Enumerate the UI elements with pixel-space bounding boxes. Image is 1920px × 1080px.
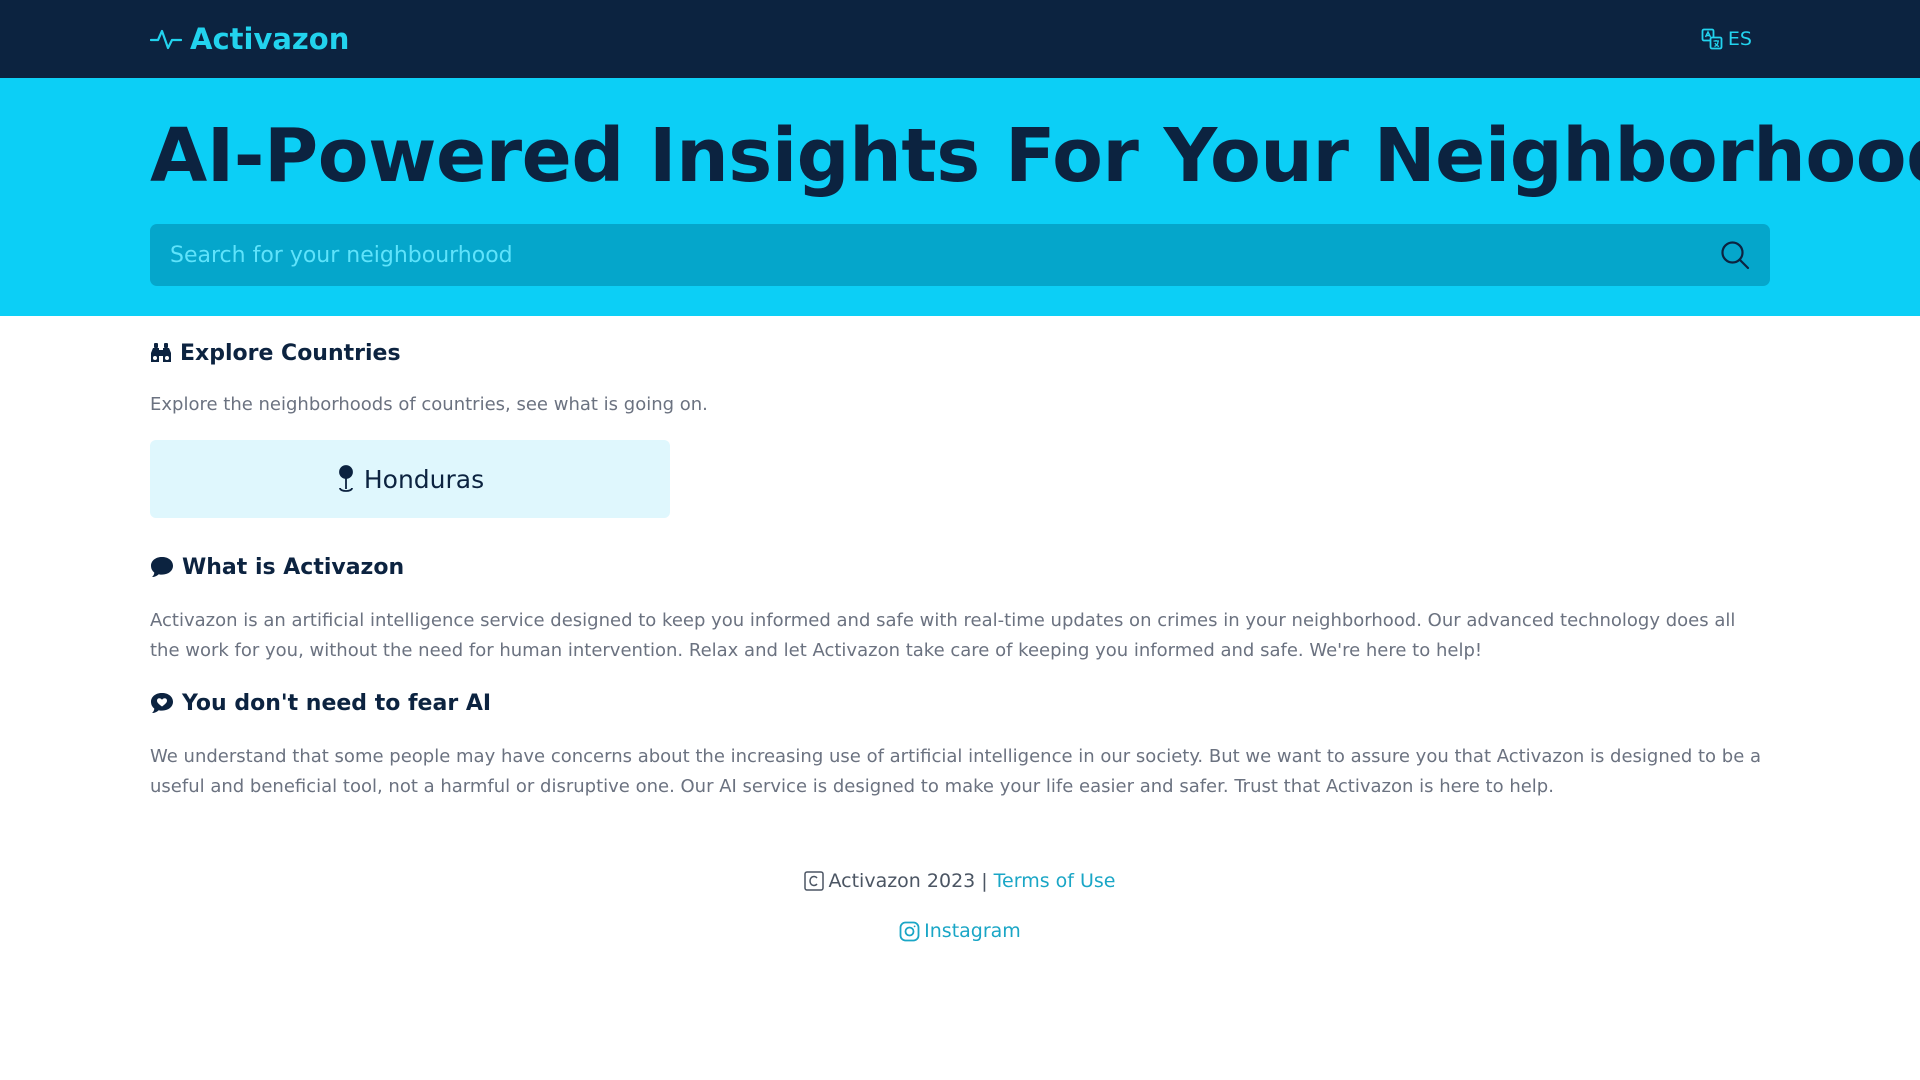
language-switcher[interactable]: ES: [1701, 28, 1752, 50]
hero-banner: AI-Powered Insights For Your Neighborhoo…: [0, 78, 1920, 316]
activity-pulse-icon: [150, 29, 182, 50]
copyright-text: Activazon 2023: [828, 870, 976, 892]
main-content: Explore Countries Explore the neighborho…: [0, 316, 1920, 944]
search-input[interactable]: [170, 235, 1720, 275]
fear-text: We understand that some people may have …: [150, 746, 1762, 797]
search-button[interactable]: [1720, 240, 1750, 270]
fear-heading: You don't need to fear AI: [150, 688, 1770, 718]
footer: Activazon 2023 | Terms of Use Instagram: [150, 868, 1770, 944]
about-heading-text: What is Activazon: [182, 554, 405, 580]
instagram-link[interactable]: Instagram: [899, 920, 1021, 942]
about-text: Activazon is an artificial intelligence …: [150, 610, 1736, 661]
map-pin-icon: [338, 465, 353, 492]
footer-separator: |: [981, 870, 988, 892]
search-icon: [1721, 241, 1750, 270]
chat-bubble-icon: [151, 557, 173, 577]
brand-logo-link[interactable]: Activazon: [150, 22, 349, 56]
translate-icon: [1701, 28, 1723, 50]
instagram-link-row: Instagram: [150, 918, 1770, 944]
footer-copyright-line: Activazon 2023 | Terms of Use: [150, 868, 1770, 894]
hero-title: AI-Powered Insights For Your Neighborhoo…: [150, 113, 1920, 199]
fear-heading-text: You don't need to fear AI: [182, 690, 492, 716]
country-card-honduras[interactable]: Honduras: [150, 440, 670, 518]
brand-name: Activazon: [190, 22, 350, 56]
instagram-icon: [899, 921, 920, 941]
explore-description: Explore the neighborhoods of countries, …: [150, 394, 708, 415]
about-heading: What is Activazon: [150, 552, 1770, 582]
explore-heading-text: Explore Countries: [180, 340, 401, 366]
copyright-icon: [804, 871, 825, 891]
binoculars-icon: [151, 343, 171, 362]
chat-heart-icon: [151, 693, 173, 713]
terms-of-use-link[interactable]: Terms of Use: [994, 870, 1116, 892]
search-bar: [150, 224, 1770, 286]
explore-heading: Explore Countries: [150, 338, 1770, 368]
country-name: Honduras: [363, 464, 485, 494]
top-navbar: Activazon ES: [0, 0, 1920, 78]
instagram-label: Instagram: [924, 920, 1021, 942]
language-label: ES: [1727, 28, 1752, 50]
